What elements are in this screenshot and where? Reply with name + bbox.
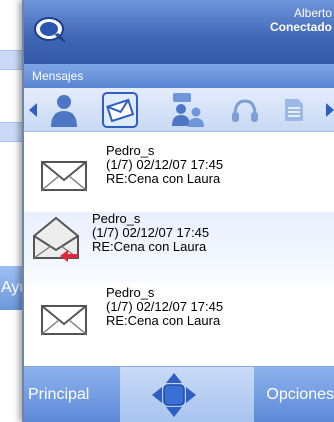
group-chat-icon[interactable] — [164, 88, 214, 132]
scroll-right-arrow-icon[interactable] — [324, 88, 334, 132]
message-meta: (1/7) 02/12/07 17:45 — [106, 299, 224, 314]
app-logo-icon — [34, 17, 66, 43]
category-toolbar — [24, 88, 334, 132]
message-meta: (1/7) 02/12/07 17:45 — [92, 225, 210, 240]
document-icon[interactable] — [274, 88, 314, 132]
user-status-block: Alberto Conectado — [270, 6, 332, 35]
envelope-open-reply-icon — [33, 216, 79, 262]
scroll-left-arrow-icon[interactable] — [26, 88, 40, 132]
messages-tab-icon[interactable] — [96, 88, 144, 132]
message-item-selected[interactable]: Pedro_s (1/7) 02/12/07 17:45 RE:Cena con… — [24, 212, 334, 284]
envelope-closed-icon — [41, 305, 87, 335]
message-sender: Pedro_s — [92, 211, 141, 226]
softkey-bar: Principal Opciones — [24, 366, 334, 422]
message-list: Pedro_s (1/7) 02/12/07 17:45 RE:Cena con… — [24, 134, 334, 366]
header-bar: Alberto Conectado — [24, 0, 334, 64]
headset-icon[interactable] — [224, 88, 266, 132]
message-sender: Pedro_s — [106, 143, 155, 158]
message-subject: RE:Cena con Laura — [106, 171, 221, 186]
message-sender: Pedro_s — [106, 285, 155, 300]
user-name: Alberto — [293, 6, 332, 20]
envelope-closed-icon — [41, 161, 87, 191]
principal-softkey[interactable]: Principal — [24, 367, 120, 422]
message-meta: (1/7) 02/12/07 17:45 — [106, 157, 224, 172]
connection-status: Conectado — [269, 20, 332, 34]
dpad-navigation-icon[interactable] — [150, 371, 198, 419]
opciones-softkey[interactable]: Opciones — [254, 367, 334, 422]
message-subject: RE:Cena con Laura — [106, 313, 221, 328]
contacts-user-icon[interactable] — [44, 88, 84, 132]
message-item[interactable]: Pedro_s (1/7) 02/12/07 17:45 RE:Cena con… — [24, 140, 334, 212]
message-subject: RE:Cena con Laura — [92, 239, 207, 254]
message-item[interactable]: Pedro_s (1/7) 02/12/07 17:45 RE:Cena con… — [24, 284, 334, 356]
section-title: Mensajes — [24, 64, 334, 88]
messenger-window: Alberto Conectado Mensajes Pedro_s (1/7)… — [22, 0, 334, 422]
